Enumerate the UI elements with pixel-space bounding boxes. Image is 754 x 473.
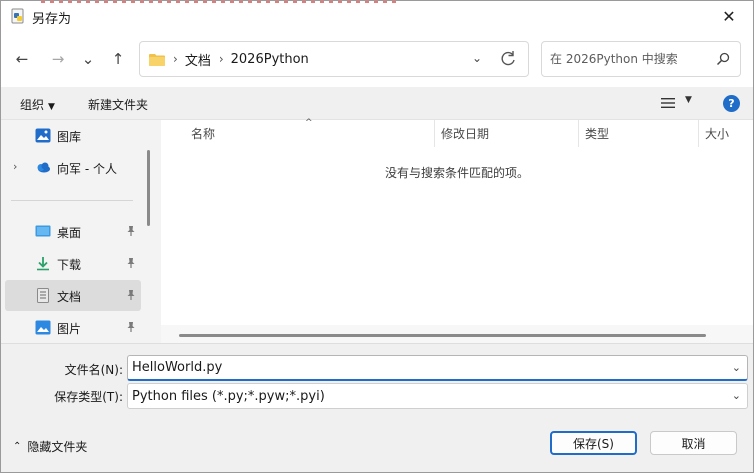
python-app-icon (11, 8, 24, 24)
desktop-icon (35, 225, 51, 237)
filetype-label: 保存类型(T): (54, 390, 123, 404)
column-header-label: 名称 (191, 127, 216, 141)
chevron-down-icon[interactable]: ⌄ (732, 389, 741, 402)
column-header-label: 修改日期 (441, 127, 490, 141)
title-decoration (41, 1, 401, 3)
save-as-dialog: 另存为 ✕ ← → ⌄ ↑ › 文档 › 2026Python ⌄ 在 2026… (0, 0, 754, 473)
forward-button[interactable]: → (47, 49, 69, 69)
organize-label: 组织 (20, 98, 45, 112)
pin-icon[interactable] (125, 225, 137, 237)
breadcrumb-separator: › (218, 52, 224, 66)
close-icon[interactable]: ✕ (719, 6, 739, 26)
filename-field[interactable]: HelloWorld.py ⌄ (127, 355, 748, 381)
column-header-label: 大小 (705, 127, 730, 141)
expand-chevron-icon[interactable]: › (13, 160, 17, 173)
sidebar-divider (11, 200, 133, 201)
navigation-pane: 图库 › 向军 - 个人 桌面 下载 文档 图片 (1, 120, 153, 343)
column-header-label: 类型 (585, 127, 610, 141)
empty-list-message: 没有与搜索条件匹配的项。 (384, 166, 529, 180)
chevron-up-icon: ⌃ (13, 441, 22, 452)
view-list-icon[interactable] (661, 97, 675, 109)
save-form: 文件名(N): HelloWorld.py ⌄ 保存类型(T): Python … (1, 343, 753, 472)
address-bar[interactable]: › 文档 › 2026Python ⌄ (139, 41, 529, 77)
documents-icon (37, 288, 49, 303)
hide-folders-toggle[interactable]: ⌃ 隐藏文件夹 (13, 438, 87, 455)
sidebar-item-gallery[interactable]: 图库 (5, 120, 141, 151)
search-box[interactable] (541, 41, 741, 77)
filetype-value: Python files (*.py;*.pyw;*.pyi) (132, 388, 325, 404)
sidebar-item-label: 桌面 (57, 226, 82, 240)
column-header-type[interactable]: 类型 (579, 120, 699, 147)
navigation-bar: ← → ⌄ ↑ › 文档 › 2026Python ⌄ (1, 31, 753, 87)
recent-locations-button[interactable]: ⌄ (77, 49, 99, 69)
sidebar-item-onedrive[interactable]: › 向军 - 个人 (5, 152, 141, 183)
filename-value: HelloWorld.py (132, 360, 223, 375)
search-input[interactable] (550, 52, 710, 66)
sidebar-item-pictures[interactable]: 图片 (5, 312, 141, 343)
folder-icon (149, 53, 165, 66)
column-header-date-modified[interactable]: 修改日期 (435, 120, 579, 147)
onedrive-cloud-icon (37, 162, 50, 173)
command-bar: 组织 ▼ 新建文件夹 ▼ ? (1, 87, 753, 120)
sidebar-item-label: 图片 (57, 322, 82, 336)
organize-button[interactable]: 组织 ▼ (20, 96, 55, 113)
back-button[interactable]: ← (11, 49, 33, 69)
up-button[interactable]: ↑ (107, 49, 129, 69)
chevron-down-icon[interactable]: ⌄ (732, 361, 741, 374)
sidebar-item-documents[interactable]: 文档 (5, 280, 141, 311)
new-folder-button[interactable]: 新建文件夹 (88, 96, 148, 113)
breadcrumb-documents[interactable]: 文档 (185, 50, 211, 69)
column-header-size[interactable]: 大小 (699, 120, 753, 147)
refresh-icon[interactable] (498, 49, 518, 69)
view-options-dropdown[interactable]: ▼ (685, 95, 692, 105)
column-header-name[interactable]: 名称 (185, 120, 435, 147)
sidebar-item-downloads[interactable]: 下载 (5, 248, 141, 279)
pin-icon[interactable] (125, 289, 137, 301)
title-bar: 另存为 ✕ (1, 1, 753, 31)
search-icon[interactable] (716, 52, 730, 66)
save-button[interactable]: 保存(S) (550, 431, 637, 455)
breadcrumb-2026python[interactable]: 2026Python (231, 52, 309, 67)
cancel-button[interactable]: 取消 (650, 431, 737, 455)
sidebar-item-label: 向军 - 个人 (57, 162, 117, 176)
filename-label: 文件名(N): (64, 363, 123, 377)
sidebar-item-label: 图库 (57, 130, 82, 144)
breadcrumb-separator: › (173, 52, 178, 66)
file-list: ^ 名称 修改日期 类型 大小 没有与搜索条件匹配的项。 (161, 118, 753, 343)
sidebar-scrollbar[interactable] (147, 150, 150, 226)
pin-icon[interactable] (125, 257, 137, 269)
horizontal-scrollbar[interactable] (179, 334, 706, 337)
pin-icon[interactable] (125, 321, 137, 333)
sidebar-item-label: 文档 (57, 290, 82, 304)
help-icon[interactable]: ? (723, 95, 740, 112)
sidebar-item-label: 下载 (57, 258, 82, 272)
sidebar-item-desktop[interactable]: 桌面 (5, 216, 141, 247)
hide-folders-label: 隐藏文件夹 (27, 440, 88, 454)
caret-down-icon: ▼ (48, 102, 55, 112)
download-icon (37, 257, 49, 271)
filetype-select[interactable]: Python files (*.py;*.pyw;*.pyi) ⌄ (127, 383, 748, 409)
gallery-icon (35, 128, 51, 143)
chevron-down-icon[interactable]: ⌄ (472, 51, 482, 65)
window-title: 另存为 (32, 12, 72, 27)
pictures-icon (35, 320, 51, 335)
